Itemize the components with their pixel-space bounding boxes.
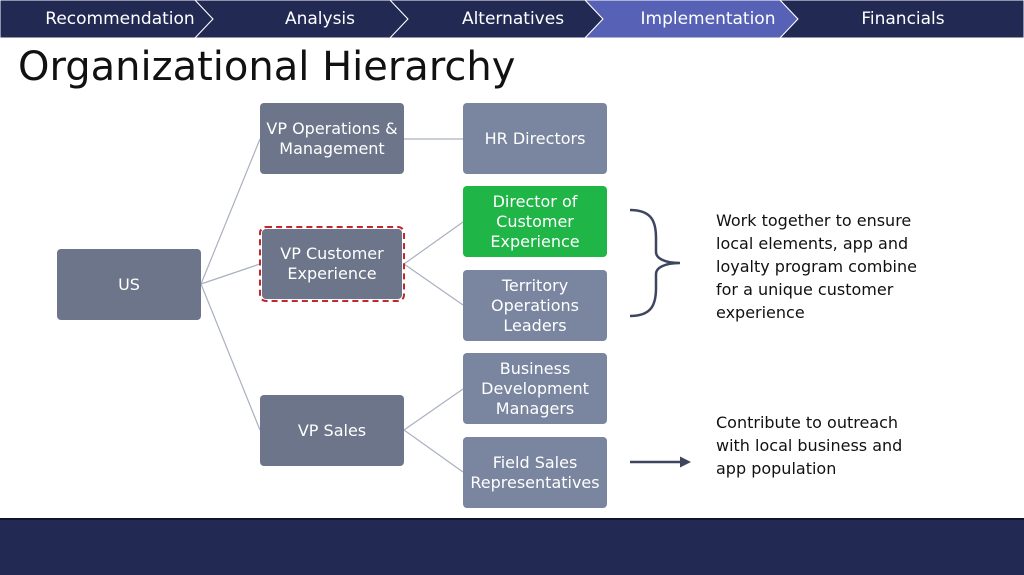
note-customer-experience: Work together to ensure local elements, …: [716, 211, 917, 322]
connector-us-vp-cx: [200, 263, 261, 285]
footer-bar: [0, 518, 1024, 575]
connector-vp-cx-territory: [403, 263, 464, 306]
node-vp-operations[interactable]: VP Operations & Management: [260, 103, 404, 174]
connector-vp-sales-field: [403, 429, 464, 473]
node-business-development-managers[interactable]: Business Development Managers: [463, 353, 607, 424]
node-us[interactable]: US: [57, 249, 201, 320]
note-sales: Contribute to outreach with local busine…: [716, 413, 903, 478]
right-curly-brace-icon: [629, 208, 681, 318]
node-territory-operations-leaders[interactable]: Territory Operations Leaders: [463, 270, 607, 341]
connector-vp-sales-bdm: [403, 388, 464, 431]
node-director-customer-experience[interactable]: Director of Customer Experience: [463, 186, 607, 257]
node-vp-sales[interactable]: VP Sales: [260, 395, 404, 466]
connector-vp-cx-director: [403, 221, 464, 265]
arrow-right-icon: [630, 456, 691, 468]
node-hr-directors[interactable]: HR Directors: [463, 103, 607, 174]
connector-us-vp-sales: [200, 283, 261, 431]
node-field-sales-representatives[interactable]: Field Sales Representatives: [463, 437, 607, 508]
node-vp-customer-experience[interactable]: VP Customer Experience: [259, 226, 405, 302]
connector-us-vp-ops: [200, 138, 261, 285]
